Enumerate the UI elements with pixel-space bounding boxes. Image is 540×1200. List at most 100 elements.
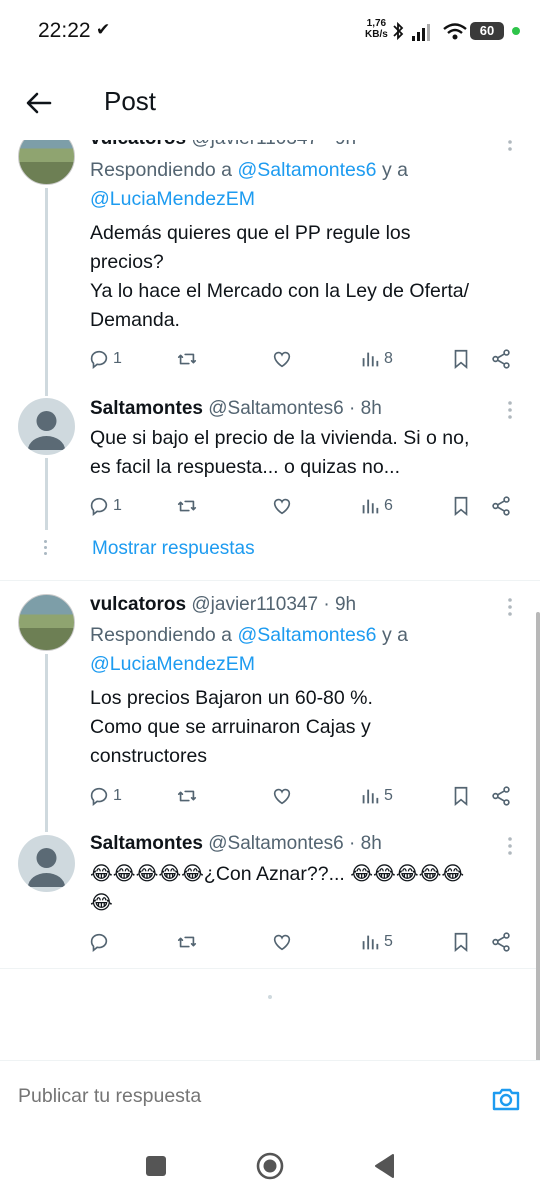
author-handle: @javier110347: [191, 594, 319, 615]
repost-icon: [177, 790, 197, 802]
reply-button[interactable]: 1: [88, 492, 122, 520]
mention-link[interactable]: @LuciaMendezEM: [90, 653, 255, 675]
share-icon: [492, 349, 510, 369]
heart-icon: [273, 788, 291, 805]
tweet-text: 😂😂😂😂😂¿Con Aznar??... 😂😂😂😂😂 😂: [90, 863, 465, 914]
reply-button[interactable]: [88, 928, 113, 956]
tweet-actions: 1 8: [88, 345, 520, 373]
share-button[interactable]: [490, 492, 512, 520]
author-name[interactable]: Saltamontes: [90, 833, 203, 854]
avatar[interactable]: [18, 594, 75, 651]
author-name[interactable]: Saltamontes: [90, 398, 203, 419]
heart-icon: [273, 351, 291, 368]
tweet-text: Además quieres que el PP regule los prec…: [90, 222, 470, 331]
view-count: 5: [384, 787, 393, 804]
divider: [0, 580, 540, 581]
home-circle-icon[interactable]: [255, 1151, 285, 1181]
more-options-icon[interactable]: [500, 836, 520, 856]
views-button[interactable]: 5: [359, 782, 393, 810]
tweet-header: vulcatoros @javier110347 · 9h: [90, 594, 357, 615]
more-options-icon[interactable]: [500, 400, 520, 420]
repost-icon: [177, 500, 197, 512]
repost-button[interactable]: [176, 782, 198, 810]
tweet-text: Que si bajo el precio de la vivienda. Si…: [90, 427, 470, 478]
conversation-feed[interactable]: vulcatoros @javier110347 · 9h Respondien…: [0, 0, 540, 1060]
mention-link[interactable]: @Saltamontes6: [237, 159, 376, 181]
view-count: 5: [384, 933, 393, 950]
repost-button[interactable]: [176, 928, 198, 956]
tweet-time: 8h: [360, 833, 382, 854]
back-triangle-icon[interactable]: [373, 1153, 397, 1179]
tweet-header: Saltamontes @Saltamontes6 · 8h: [90, 398, 382, 419]
thread-line: [45, 188, 48, 396]
share-button[interactable]: [490, 345, 512, 373]
mention-link[interactable]: @LuciaMendezEM: [90, 188, 255, 210]
replying-to: Respondiendo a @Saltamontes6 y a @LuciaM…: [90, 159, 408, 210]
views-button[interactable]: 5: [359, 928, 393, 956]
like-button[interactable]: [271, 492, 293, 520]
heart-icon: [273, 498, 291, 515]
reply-count: 1: [113, 497, 122, 514]
avatar[interactable]: [18, 835, 75, 892]
tweet-time: 8h: [360, 398, 382, 419]
mention-link[interactable]: @Saltamontes6: [237, 624, 376, 646]
bookmark-button[interactable]: [450, 928, 472, 956]
back-arrow-icon[interactable]: [22, 86, 56, 120]
thread-line: [45, 458, 48, 530]
tweet-header: Saltamontes @Saltamontes6 · 8h: [90, 833, 382, 854]
share-icon: [492, 786, 510, 806]
bookmark-icon: [454, 496, 468, 517]
views-icon: [362, 352, 379, 367]
views-icon: [362, 499, 379, 514]
views-icon: [362, 935, 379, 950]
show-replies-link[interactable]: Mostrar respuestas: [92, 538, 255, 560]
reply-icon: [90, 933, 108, 952]
views-button[interactable]: 8: [359, 345, 393, 373]
author-handle: @Saltamontes6: [208, 398, 344, 419]
like-button[interactable]: [271, 345, 293, 373]
bookmark-icon: [454, 932, 468, 953]
view-count: 8: [384, 350, 393, 367]
views-icon: [362, 789, 379, 804]
author-handle: @Saltamontes6: [208, 833, 344, 854]
tweet-actions: 1 5: [88, 782, 520, 810]
bookmark-button[interactable]: [450, 492, 472, 520]
scrollbar[interactable]: [536, 612, 540, 1060]
replying-to: Respondiendo a @Saltamontes6 y a @LuciaM…: [90, 624, 408, 675]
share-button[interactable]: [490, 928, 512, 956]
loading-indicator: [268, 995, 272, 999]
tweet-actions: 5: [88, 928, 520, 956]
view-count: 6: [384, 497, 393, 514]
like-button[interactable]: [271, 782, 293, 810]
reply-composer: [0, 1060, 540, 1136]
tweet-actions: 1 6: [88, 492, 520, 520]
default-avatar-icon: [28, 411, 65, 450]
top-app-bar: Post: [0, 64, 540, 140]
bookmark-button[interactable]: [450, 345, 472, 373]
reply-input[interactable]: [18, 1085, 458, 1108]
more-options-icon[interactable]: [500, 597, 520, 617]
divider: [0, 968, 540, 969]
camera-icon[interactable]: [490, 1083, 522, 1115]
reply-count: 1: [113, 787, 122, 804]
reply-count: 1: [113, 350, 122, 367]
share-button[interactable]: [490, 782, 512, 810]
reply-button[interactable]: 1: [88, 782, 122, 810]
repost-button[interactable]: [176, 492, 198, 520]
thread-line: [45, 654, 48, 832]
tweet-time: 9h: [334, 594, 357, 615]
recents-square-icon[interactable]: [146, 1156, 166, 1176]
reply-icon: [90, 497, 108, 516]
repost-button[interactable]: [176, 345, 198, 373]
reply-button[interactable]: 1: [88, 345, 122, 373]
author-name[interactable]: vulcatoros: [90, 594, 186, 615]
like-button[interactable]: [271, 928, 293, 956]
default-avatar-icon: [28, 848, 65, 887]
bookmark-icon: [454, 349, 468, 370]
system-navigation-bar: [0, 1136, 540, 1200]
thread-dots: [44, 540, 48, 558]
views-button[interactable]: 6: [359, 492, 393, 520]
avatar[interactable]: [18, 398, 75, 455]
reply-icon: [90, 787, 108, 806]
bookmark-button[interactable]: [450, 782, 472, 810]
